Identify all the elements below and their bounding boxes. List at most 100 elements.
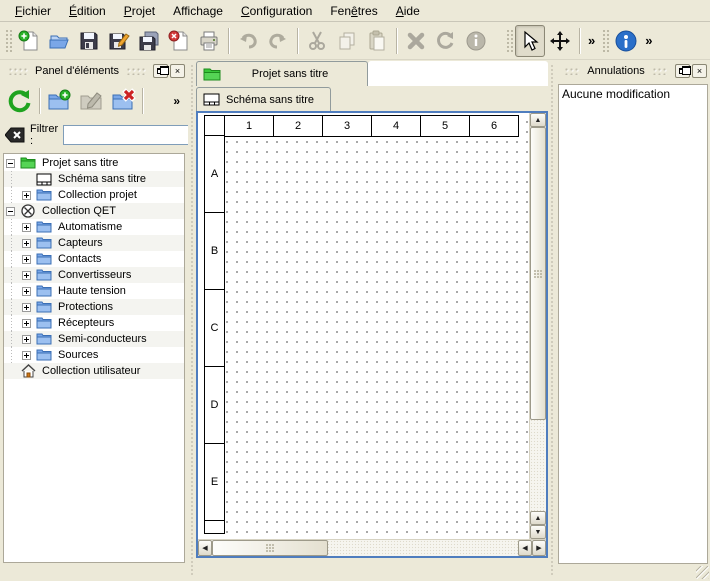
print-button[interactable]: [194, 25, 224, 57]
cut-button[interactable]: [302, 25, 332, 57]
close-panel-button[interactable]: ×: [170, 64, 185, 78]
collapse-expander[interactable]: [6, 159, 15, 168]
tree-item-projet-sans-titre[interactable]: Projet sans titre: [4, 155, 184, 171]
horizontal-scrollbar[interactable]: ◀ ◀ ▶: [198, 539, 546, 556]
scroll-right-button[interactable]: ▶: [532, 540, 546, 556]
move-mode-button[interactable]: [545, 25, 575, 57]
horizontal-scrollbar-thumb[interactable]: [212, 540, 328, 556]
close-panel-button[interactable]: ×: [692, 64, 707, 78]
about-info-button[interactable]: [611, 25, 641, 57]
toolbar-overflow-chevron[interactable]: »: [641, 33, 656, 48]
undo-button[interactable]: [233, 25, 263, 57]
tree-item-collection-utilisateur[interactable]: Collection utilisateur: [4, 363, 184, 379]
expand-expander[interactable]: [22, 191, 31, 200]
tree-item-schema-sans-titre[interactable]: Schéma sans titre: [4, 171, 184, 187]
window-resize-grip[interactable]: [696, 566, 709, 579]
tab-schema-sans-titre[interactable]: Schéma sans titre: [196, 87, 331, 111]
tab-projet-sans-titre[interactable]: Projet sans titre: [196, 61, 368, 86]
left-dock-splitter[interactable]: [188, 60, 196, 581]
toolbar-drag-handle[interactable]: [505, 28, 513, 54]
collapse-expander[interactable]: [6, 207, 15, 216]
toolbar-separator: [228, 28, 229, 54]
float-panel-button[interactable]: [675, 64, 690, 78]
menu-fichier[interactable]: Fichier: [6, 1, 60, 21]
paste-button[interactable]: [362, 25, 392, 57]
delete-category-button[interactable]: [107, 85, 139, 117]
tree-item-sources[interactable]: Sources: [4, 347, 184, 363]
close-project-button[interactable]: [164, 25, 194, 57]
menu-affichage[interactable]: Affichage: [164, 1, 232, 21]
toolbar-separator: [39, 88, 40, 114]
menu-aide[interactable]: Aide: [387, 1, 429, 21]
delete-button[interactable]: [401, 25, 431, 57]
tree-item-convertisseurs[interactable]: Convertisseurs: [4, 267, 184, 283]
float-panel-button[interactable]: [153, 64, 168, 78]
vertical-scrollbar[interactable]: ▲ ▲ ▼: [529, 113, 546, 539]
expand-expander[interactable]: [22, 239, 31, 248]
ruler-row: E: [204, 443, 225, 521]
undo-panel-titlebar[interactable]: Annulations ×: [556, 60, 710, 82]
clear-filter-icon[interactable]: [5, 127, 25, 143]
scroll-up-button[interactable]: ▲: [530, 113, 546, 127]
toolbar-drag-handle[interactable]: [4, 28, 12, 54]
save-button[interactable]: [74, 25, 104, 57]
horizontal-scrollbar-track[interactable]: [328, 540, 518, 556]
copy-button[interactable]: [332, 25, 362, 57]
tree-item-collection-projet[interactable]: Collection projet: [4, 187, 184, 203]
expand-expander[interactable]: [22, 287, 31, 296]
close-document-icon: [167, 29, 191, 53]
scroll-left-button[interactable]: ◀: [198, 540, 212, 556]
toolbar-separator: [142, 88, 143, 114]
schema-canvas[interactable]: 1 2 3 4 5 6 A B C D E: [198, 113, 529, 539]
vertical-scrollbar-thumb[interactable]: [530, 127, 546, 420]
new-category-button[interactable]: [43, 85, 75, 117]
expand-expander[interactable]: [22, 335, 31, 344]
schema-tabbar: Schéma sans titre: [196, 86, 548, 111]
new-project-button[interactable]: [14, 25, 44, 57]
edit-category-button[interactable]: [75, 85, 107, 117]
save-as-button[interactable]: [104, 25, 134, 57]
menu-configuration[interactable]: Configuration: [232, 1, 321, 21]
panel-toolbar-overflow-chevron[interactable]: »: [173, 94, 184, 108]
expand-expander[interactable]: [22, 351, 31, 360]
elements-tree: Projet sans titre Schéma sans titre Coll…: [3, 153, 185, 563]
save-all-button[interactable]: [134, 25, 164, 57]
expand-expander[interactable]: [22, 223, 31, 232]
tree-item-collection-qet[interactable]: Collection QET: [4, 203, 184, 219]
tree-item-recepteurs[interactable]: Récepteurs: [4, 315, 184, 331]
expand-expander[interactable]: [22, 255, 31, 264]
scroll-up-button-2[interactable]: ▲: [530, 511, 546, 525]
elements-panel-titlebar[interactable]: Panel d'éléments ×: [0, 60, 188, 82]
right-dock-splitter[interactable]: [548, 60, 556, 581]
expand-expander[interactable]: [22, 303, 31, 312]
menu-edition[interactable]: Édition: [60, 1, 115, 21]
scroll-left-button-2[interactable]: ◀: [518, 540, 532, 556]
tree-item-capteurs[interactable]: Capteurs: [4, 235, 184, 251]
element-info-button[interactable]: [461, 25, 491, 57]
undo-history-list[interactable]: Aucune modification: [558, 84, 708, 564]
scroll-down-button[interactable]: ▼: [530, 525, 546, 539]
toolbar-drag-handle[interactable]: [601, 28, 609, 54]
tree-item-protections[interactable]: Protections: [4, 299, 184, 315]
menu-projet[interactable]: Projet: [115, 1, 164, 21]
save-all-icon: [137, 29, 161, 53]
expand-expander[interactable]: [22, 271, 31, 280]
tree-item-semi-conducteurs[interactable]: Semi-conducteurs: [4, 331, 184, 347]
tree-item-automatisme[interactable]: Automatisme: [4, 219, 184, 235]
folder-icon: [36, 236, 52, 250]
tree-item-contacts[interactable]: Contacts: [4, 251, 184, 267]
tree-item-haute-tension[interactable]: Haute tension: [4, 283, 184, 299]
expand-expander[interactable]: [22, 319, 31, 328]
menu-fenetres[interactable]: Fenêtres: [321, 1, 386, 21]
vertical-scrollbar-track[interactable]: [530, 420, 546, 511]
reload-collections-button[interactable]: [4, 85, 36, 117]
rotate-button[interactable]: [431, 25, 461, 57]
open-project-button[interactable]: [44, 25, 74, 57]
center-bottom-spacer: [196, 558, 548, 581]
redo-button[interactable]: [263, 25, 293, 57]
ruler-column: 6: [469, 115, 519, 137]
select-mode-button[interactable]: [515, 25, 545, 57]
schema-editor-view[interactable]: 1 2 3 4 5 6 A B C D E ▲: [196, 111, 548, 558]
toolbar-overflow-chevron[interactable]: »: [584, 33, 599, 48]
ruler-row: C: [204, 289, 225, 367]
